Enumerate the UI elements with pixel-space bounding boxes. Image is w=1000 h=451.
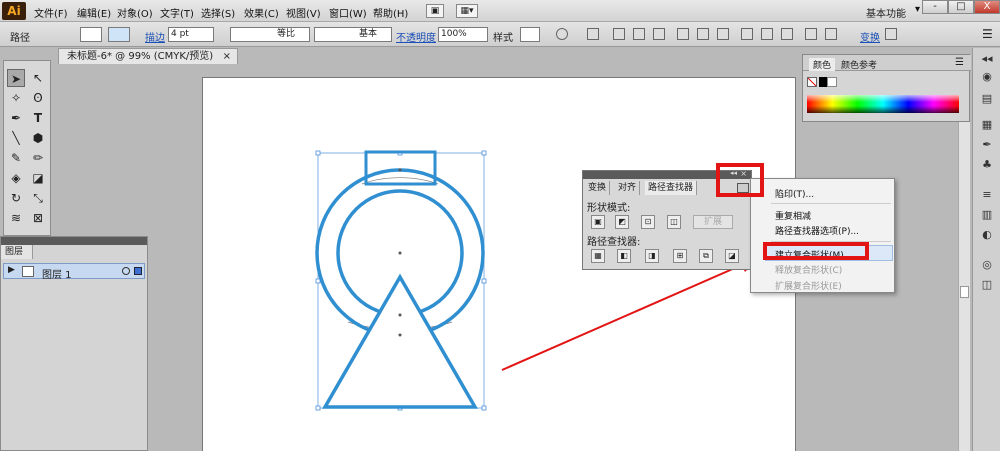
color-panel: 颜色 颜色参考 ☰ bbox=[802, 54, 971, 122]
gradient-icon[interactable]: ▥ bbox=[979, 208, 995, 222]
right-panel-dock: ◂◂ ◉ ▤ ▦ ✒ ♣ ≡ ▥ ◐ ◎ ◫ bbox=[972, 48, 1000, 451]
tab-color-guide[interactable]: 颜色参考 bbox=[841, 58, 877, 71]
shape-modes-label: 形状模式: bbox=[587, 203, 631, 214]
dock-collapse-icon[interactable]: ◂◂ bbox=[979, 52, 995, 66]
bbox-handle[interactable] bbox=[481, 405, 487, 411]
pathfinder-flyout-menu: 陷印(T)... 重复相减 路径查找器选项(P)... 建立复合形状(M) 释放… bbox=[750, 178, 895, 293]
annotation-box-menu-item bbox=[763, 242, 869, 260]
menu-item-expand-compound-shape[interactable]: 扩展复合形状(E) bbox=[775, 279, 842, 292]
none-swatch[interactable] bbox=[807, 77, 817, 87]
minus-front-icon[interactable]: ◩ bbox=[615, 215, 629, 229]
trim-icon[interactable]: ◧ bbox=[617, 249, 631, 263]
annotation-box-panel-menu bbox=[716, 163, 764, 197]
panel-menu-icon[interactable]: ☰ bbox=[955, 57, 964, 68]
intersect-icon[interactable]: ⊡ bbox=[641, 215, 655, 229]
tab-transform[interactable]: 变换 bbox=[585, 181, 611, 195]
bbox-handle[interactable] bbox=[315, 405, 321, 411]
annotation-arrow-line bbox=[501, 263, 745, 371]
vertical-scrollbar[interactable] bbox=[958, 122, 970, 451]
transparency-icon[interactable]: ◐ bbox=[979, 228, 995, 242]
anchor-point bbox=[398, 333, 402, 337]
menu-item-repeat-subtract[interactable]: 重复相减 bbox=[775, 209, 811, 222]
menu-item-pathfinder-options[interactable]: 路径查找器选项(P)... bbox=[775, 224, 859, 237]
merge-icon[interactable]: ◨ bbox=[645, 249, 659, 263]
color-panel-icon[interactable]: ◉ bbox=[979, 70, 995, 84]
tab-color[interactable]: 颜色 bbox=[809, 58, 836, 71]
swatches-icon[interactable]: ▦ bbox=[979, 118, 995, 132]
center-point bbox=[398, 251, 402, 255]
pathfinders-label: 路径查找器: bbox=[587, 237, 641, 248]
bbox-handle[interactable] bbox=[315, 278, 321, 284]
white-swatch[interactable] bbox=[827, 77, 837, 87]
outline-icon[interactable]: ⧉ bbox=[699, 249, 713, 263]
color-spectrum[interactable] bbox=[807, 95, 959, 113]
scrollbar-thumb[interactable] bbox=[960, 286, 969, 298]
rectangle-shape[interactable] bbox=[364, 150, 437, 186]
expand-button[interactable]: 扩展 bbox=[693, 215, 733, 229]
unite-icon[interactable]: ▣ bbox=[591, 215, 605, 229]
symbols-icon[interactable]: ♣ bbox=[979, 158, 995, 172]
crop-icon[interactable]: ⊞ bbox=[673, 249, 687, 263]
divide-icon[interactable]: ▦ bbox=[591, 249, 605, 263]
exclude-icon[interactable]: ◫ bbox=[667, 215, 681, 229]
graphic-styles-icon[interactable]: ◫ bbox=[979, 278, 995, 292]
tab-pathfinder[interactable]: 路径查找器 bbox=[645, 181, 698, 195]
menu-divider bbox=[771, 203, 891, 204]
stroke-panel-icon[interactable]: ≡ bbox=[979, 188, 995, 202]
brushes-icon[interactable]: ✒ bbox=[979, 138, 995, 152]
bbox-handle[interactable] bbox=[481, 150, 487, 156]
menu-item-trap[interactable]: 陷印(T)... bbox=[775, 187, 814, 200]
anchor-point bbox=[398, 313, 402, 317]
anchor-point bbox=[398, 168, 402, 172]
color-guide-icon[interactable]: ▤ bbox=[979, 92, 995, 106]
appearance-icon[interactable]: ◎ bbox=[979, 258, 995, 272]
menu-item-release-compound-shape[interactable]: 释放复合形状(C) bbox=[775, 263, 842, 276]
bbox-handle[interactable] bbox=[315, 150, 321, 156]
triangle-shape[interactable] bbox=[321, 273, 479, 409]
tab-align[interactable]: 对齐 bbox=[615, 181, 641, 195]
bbox-handle[interactable] bbox=[481, 278, 487, 284]
minus-back-icon[interactable]: ◪ bbox=[725, 249, 739, 263]
